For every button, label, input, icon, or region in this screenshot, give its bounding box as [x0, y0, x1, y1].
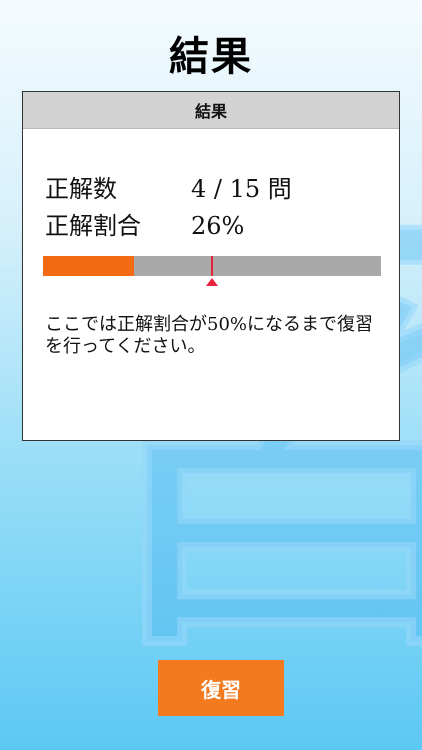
page-title: 結果	[169, 34, 253, 80]
progress-fill	[43, 256, 134, 276]
correct-count-label: 正解数	[45, 175, 117, 203]
correct-count-row: 正解数 4 / 15 問	[45, 169, 292, 204]
correct-rate-value: 26%	[191, 212, 245, 240]
target-threshold-line	[211, 256, 213, 276]
card-header: 結果	[23, 92, 399, 129]
correct-rate-row: 正解割合 26%	[45, 206, 244, 241]
correct-count-value: 4 / 15 問	[191, 175, 292, 203]
score-progress-bar	[43, 256, 381, 286]
result-card: 結果 正解数 4 / 15 問 正解割合 26% ここでは正解割合が50%になる…	[22, 91, 400, 441]
target-marker-icon	[206, 278, 218, 286]
instruction-message: ここでは正解割合が50%になるまで復習を行ってください。	[45, 314, 374, 357]
correct-rate-label: 正解割合	[45, 212, 141, 240]
review-button[interactable]: 復習	[158, 660, 284, 716]
